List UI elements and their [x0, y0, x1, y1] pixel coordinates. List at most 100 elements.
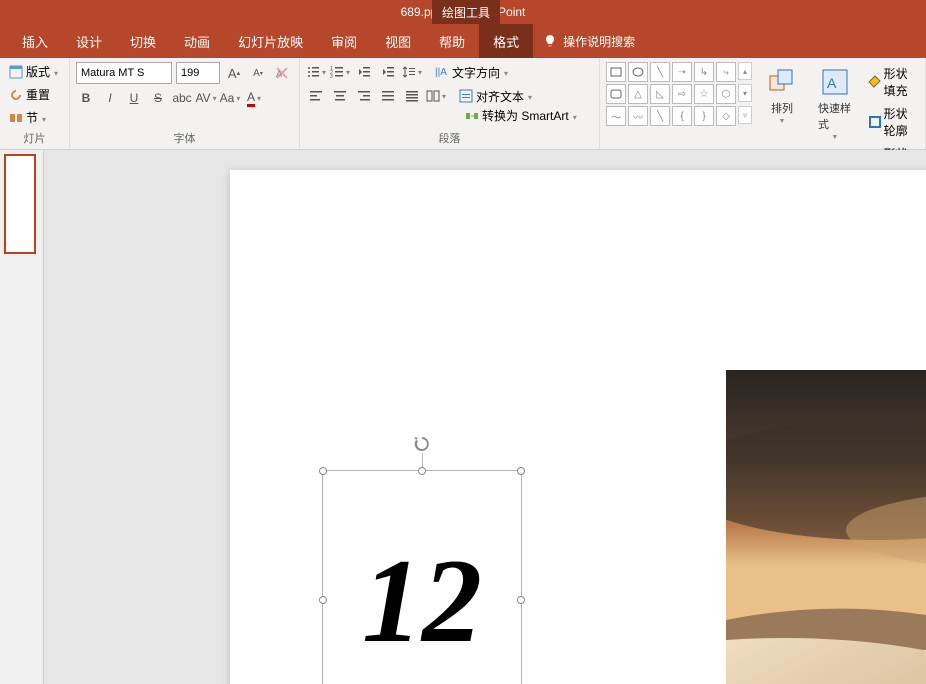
tab-design[interactable]: 设计 — [62, 24, 116, 58]
textbox-selected[interactable]: 12 — [322, 470, 522, 684]
shape-connector[interactable]: ⤷ — [716, 62, 736, 82]
shapes-scroll-up[interactable]: ▴ — [738, 62, 752, 80]
numbering-button[interactable]: 123 — [330, 62, 350, 82]
text-direction-button[interactable]: ||A 文字方向 — [432, 63, 510, 82]
columns-button[interactable] — [426, 86, 446, 106]
increase-font-button[interactable]: A▴ — [224, 63, 244, 83]
group-font-label: 字体 — [76, 128, 293, 149]
text-shadow-button[interactable]: abc — [172, 88, 192, 108]
layout-icon — [8, 64, 24, 80]
slide-thumbnail-1[interactable] — [4, 154, 36, 254]
resize-handle-ne[interactable] — [517, 467, 525, 475]
decrease-font-button[interactable]: A▾ — [248, 63, 268, 83]
convert-smartart-button[interactable]: 转换为 SmartArt — [462, 106, 579, 125]
reset-button[interactable]: 重置 — [6, 85, 63, 104]
shape-callout[interactable]: ◇ — [716, 106, 736, 126]
shape-rectangle[interactable] — [606, 62, 626, 82]
increase-indent-button[interactable] — [378, 62, 398, 82]
shape-arrow2[interactable]: ↳ — [694, 62, 714, 82]
section-label: 节 — [26, 109, 38, 126]
align-text-button[interactable]: 对齐文本 — [456, 87, 534, 106]
font-color-button[interactable]: A — [244, 88, 264, 108]
shapes-scroll: ▴ ▾ ▿ — [738, 62, 752, 124]
tab-review[interactable]: 审阅 — [317, 24, 371, 58]
rotate-handle-line — [422, 453, 423, 467]
shape-oval[interactable] — [628, 62, 648, 82]
section-button[interactable]: 节 — [6, 108, 63, 127]
align-distribute-button[interactable] — [402, 86, 422, 106]
shape-arrow[interactable]: ➝ — [672, 62, 692, 82]
resize-handle-n[interactable] — [418, 467, 426, 475]
shape-line[interactable]: ╲ — [650, 62, 670, 82]
layout-button[interactable]: 版式 — [6, 62, 63, 81]
group-drawing: ╲ ➝ ↳ ⤷ △ ◺ ⇨ ☆ ⬡ ～ 〰 ╲ { } ◇ — [600, 58, 926, 149]
tab-animation[interactable]: 动画 — [170, 24, 224, 58]
char-spacing-button[interactable]: AV — [196, 88, 216, 108]
shape-free1[interactable]: ╲ — [650, 106, 670, 126]
bold-button[interactable]: B — [76, 88, 96, 108]
group-paragraph-label: 段落 — [306, 128, 593, 149]
tab-view[interactable]: 视图 — [371, 24, 425, 58]
align-center-button[interactable] — [330, 86, 350, 106]
shape-star[interactable]: ☆ — [694, 84, 714, 104]
shape-hex[interactable]: ⬡ — [716, 84, 736, 104]
svg-text:3: 3 — [330, 74, 333, 79]
rotate-handle[interactable] — [413, 435, 431, 453]
shape-curve1[interactable]: ～ — [606, 106, 626, 126]
shape-fill-icon — [868, 74, 882, 90]
arrange-button[interactable]: 排列 ▼ — [760, 62, 804, 129]
tab-slideshow[interactable]: 幻灯片放映 — [224, 24, 317, 58]
tell-me-search[interactable]: 操作说明搜索 — [543, 33, 635, 50]
resize-handle-w[interactable] — [319, 596, 327, 604]
shape-curve2[interactable]: 〰 — [628, 106, 648, 126]
layout-label: 版式 — [26, 63, 50, 80]
shape-rtriangle[interactable]: ◺ — [650, 84, 670, 104]
reset-label: 重置 — [26, 86, 50, 103]
strikethrough-button[interactable]: S — [148, 88, 168, 108]
shape-brace1[interactable]: { — [672, 106, 692, 126]
svg-text:A: A — [276, 69, 282, 79]
workspace: 12 — [0, 150, 926, 684]
align-right-button[interactable] — [354, 86, 374, 106]
shape-roundrect[interactable] — [606, 84, 626, 104]
section-icon — [8, 110, 24, 126]
convert-smartart-label: 转换为 SmartArt — [482, 107, 569, 124]
group-paragraph: 123 ||A 文字方向 — [300, 58, 600, 149]
italic-button[interactable]: I — [100, 88, 120, 108]
shape-brace2[interactable]: } — [694, 106, 714, 126]
shape-triangle[interactable]: △ — [628, 84, 648, 104]
shape-fill-button[interactable]: 形状填充 — [866, 64, 919, 100]
shapes-gallery[interactable]: ╲ ➝ ↳ ⤷ △ ◺ ⇨ ☆ ⬡ ～ 〰 ╲ { } ◇ — [606, 62, 736, 126]
change-case-button[interactable]: Aa — [220, 88, 240, 108]
clear-formatting-button[interactable]: A — [272, 63, 292, 83]
quick-styles-icon: A — [819, 66, 851, 98]
group-slides: 版式 重置 节 灯片 — [0, 58, 70, 149]
font-name-input[interactable] — [76, 62, 172, 84]
tab-insert[interactable]: 插入 — [8, 24, 62, 58]
align-justify-button[interactable] — [378, 86, 398, 106]
resize-handle-nw[interactable] — [319, 467, 327, 475]
bullets-button[interactable] — [306, 62, 326, 82]
underline-button[interactable]: U — [124, 88, 144, 108]
tab-format[interactable]: 格式 — [479, 24, 533, 58]
text-direction-icon: ||A — [434, 64, 450, 80]
shape-outline-button[interactable]: 形状轮廓 — [866, 104, 919, 140]
shape-outline-label: 形状轮廓 — [884, 105, 917, 139]
slide-image-desert[interactable] — [726, 370, 926, 684]
align-left-button[interactable] — [306, 86, 326, 106]
resize-handle-e[interactable] — [517, 596, 525, 604]
shapes-scroll-down[interactable]: ▾ — [738, 84, 752, 102]
font-size-input[interactable] — [176, 62, 220, 84]
shapes-expand[interactable]: ▿ — [738, 106, 752, 124]
line-spacing-button[interactable] — [402, 62, 422, 82]
slide-canvas-area[interactable]: 12 — [44, 150, 926, 684]
align-text-icon — [458, 88, 474, 104]
textbox-content[interactable]: 12 — [323, 471, 521, 684]
smartart-icon — [464, 108, 480, 124]
quick-styles-button[interactable]: A 快速样式 ▼ — [812, 62, 858, 145]
tab-transition[interactable]: 切换 — [116, 24, 170, 58]
decrease-indent-button[interactable] — [354, 62, 374, 82]
shape-arrowblock[interactable]: ⇨ — [672, 84, 692, 104]
shape-outline-icon — [868, 114, 882, 130]
tab-help[interactable]: 帮助 — [425, 24, 479, 58]
